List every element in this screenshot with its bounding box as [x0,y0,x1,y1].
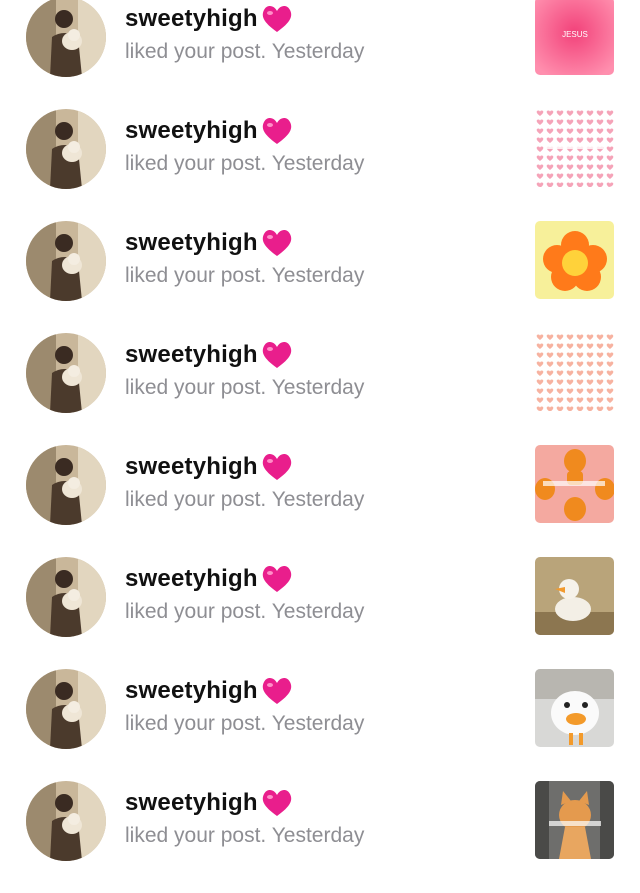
heart-pattern-post-thumbnail[interactable] [535,333,614,411]
user-avatar[interactable] [26,109,106,189]
username[interactable]: sweetyhigh [125,117,258,145]
notification-row[interactable]: sweetyhigh liked your post. Yesterday [0,333,640,445]
activity-text: liked your post. Yesterday [125,824,365,847]
cat-post-thumbnail[interactable] [535,781,614,859]
notification-row[interactable]: sweetyhigh liked your post. Yesterday JE… [0,0,640,109]
username[interactable]: sweetyhigh [125,5,258,33]
heart-emoji-icon [262,789,292,816]
user-avatar[interactable] [26,781,106,861]
heart-emoji-icon [262,453,292,480]
cartoon-pattern-post-thumbnail[interactable] [535,445,614,523]
pink-post-thumbnail[interactable]: JESUS [535,0,614,75]
activity-text: liked your post. Yesterday [125,488,365,511]
username[interactable]: sweetyhigh [125,229,258,257]
svg-text:JESUS: JESUS [562,30,588,39]
heart-emoji-icon [262,229,292,256]
activity-text: liked your post. Yesterday [125,264,365,287]
duck-post-thumbnail[interactable] [535,557,614,635]
notification-row[interactable]: sweetyhigh liked your post. Yesterday [0,445,640,557]
username[interactable]: sweetyhigh [125,677,258,705]
user-avatar[interactable] [26,0,106,77]
notification-row[interactable]: sweetyhigh liked your post. Yesterday [0,781,640,893]
activity-text: liked your post. Yesterday [125,152,365,175]
activity-text: liked your post. Yesterday [125,40,365,63]
heart-emoji-icon [262,565,292,592]
user-avatar[interactable] [26,333,106,413]
notification-row[interactable]: sweetyhigh liked your post. Yesterday [0,221,640,333]
username[interactable]: sweetyhigh [125,341,258,369]
user-avatar[interactable] [26,445,106,525]
heart-emoji-icon [262,117,292,144]
user-avatar[interactable] [26,557,106,637]
activity-text: liked your post. Yesterday [125,376,365,399]
duck-closeup-post-thumbnail[interactable] [535,669,614,747]
username[interactable]: sweetyhigh [125,565,258,593]
heart-pattern-post-thumbnail[interactable] [535,109,614,187]
orange-flower-post-thumbnail[interactable] [535,221,614,299]
username[interactable]: sweetyhigh [125,453,258,481]
heart-emoji-icon [262,677,292,704]
notification-row[interactable]: sweetyhigh liked your post. Yesterday [0,557,640,669]
activity-text: liked your post. Yesterday [125,600,365,623]
user-avatar[interactable] [26,221,106,301]
notification-row[interactable]: sweetyhigh liked your post. Yesterday [0,669,640,781]
notification-row[interactable]: sweetyhigh liked your post. Yesterday [0,109,640,221]
heart-emoji-icon [262,5,292,32]
activity-text: liked your post. Yesterday [125,712,365,735]
username[interactable]: sweetyhigh [125,789,258,817]
heart-emoji-icon [262,341,292,368]
user-avatar[interactable] [26,669,106,749]
